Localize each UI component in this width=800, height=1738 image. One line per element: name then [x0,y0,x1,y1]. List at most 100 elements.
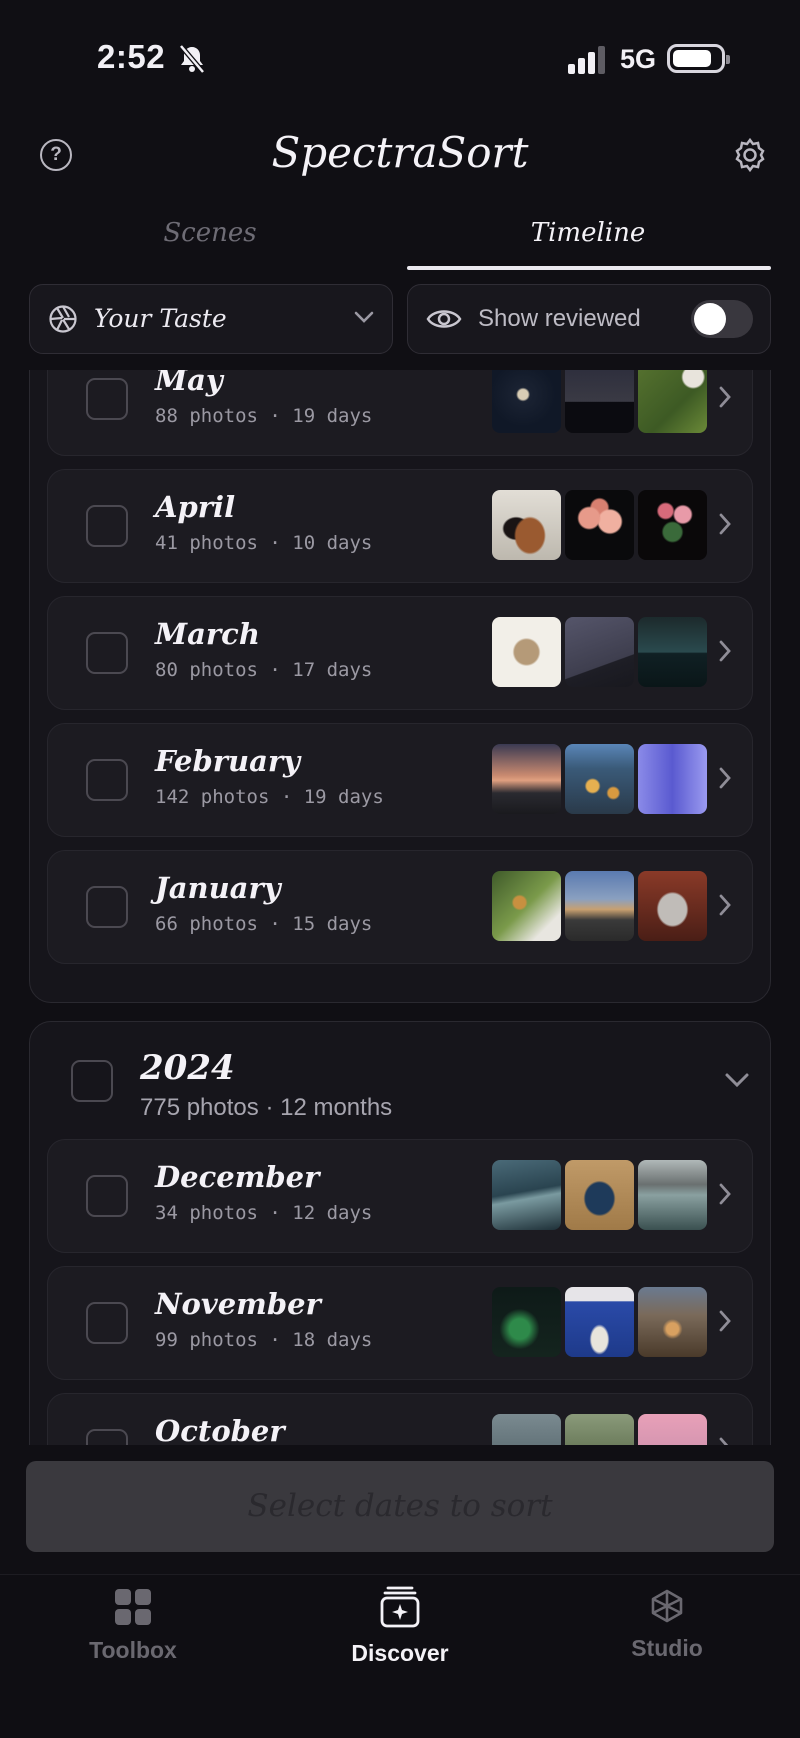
month-meta: 142 photos · 19 days [155,786,384,808]
photo-thumbnail [565,617,634,687]
chevron-right-icon [718,1182,732,1211]
photo-thumbnail [492,744,561,814]
gear-icon [735,137,765,173]
month-checkbox[interactable] [86,378,128,420]
thumbnail-strip [492,490,707,560]
tab-discover-label: Discover [351,1640,449,1666]
tab-timeline[interactable]: Timeline [406,218,770,248]
chevron-right-icon [718,1309,732,1338]
photo-thumbnail [492,1287,561,1357]
photo-thumbnail [638,744,707,814]
month-checkbox[interactable] [86,1429,128,1445]
battery-icon [667,44,730,73]
thumbnail-strip [492,370,707,433]
photo-thumbnail [638,1160,707,1230]
tab-scenes[interactable]: Scenes [28,218,392,248]
month-checkbox[interactable] [86,505,128,547]
month-checkbox[interactable] [86,886,128,928]
photo-thumbnail [565,1160,634,1230]
app-title: SpectraSort [271,128,529,177]
chevron-right-icon [718,893,732,922]
month-meta: 88 photos · 19 days [155,405,373,427]
thumbnail-strip [492,1160,707,1230]
month-meta: 99 photos · 18 days [155,1329,373,1351]
aperture-icon [48,304,78,339]
photo-thumbnail [492,1160,561,1230]
show-reviewed-filter: Show reviewed [407,284,771,354]
thumbnail-strip [492,744,707,814]
sparkle-photo-icon [379,1585,421,1634]
thumbnail-strip [492,1414,707,1445]
cube-icon [650,1589,684,1628]
status-time: 2:52 [97,38,166,75]
photo-thumbnail [638,1414,707,1445]
thumbnail-strip [492,617,707,687]
photo-thumbnail [565,1414,634,1445]
month-checkbox[interactable] [86,759,128,801]
cellular-signal-icon [568,46,610,79]
photo-thumbnail [638,1287,707,1357]
photo-thumbnail [638,370,707,433]
show-reviewed-toggle[interactable] [691,300,753,338]
chevron-right-icon [718,512,732,541]
thumbnail-strip [492,871,707,941]
active-tab-indicator [407,266,771,270]
network-type: 5G [620,44,657,74]
month-name: February [155,744,301,778]
month-row-november[interactable]: November 99 photos · 18 days [47,1266,753,1380]
month-name: October [155,1414,285,1445]
taste-dropdown[interactable]: Your Taste [29,284,393,354]
bell-muted-icon [178,44,206,79]
month-checkbox[interactable] [86,1175,128,1217]
month-meta: 34 photos · 12 days [155,1202,373,1224]
eye-icon [426,307,462,336]
month-row-april[interactable]: April 41 photos · 10 days [47,469,753,583]
chevron-down-icon [354,310,374,329]
photo-thumbnail [565,1287,634,1357]
chevron-down-icon[interactable] [724,1072,750,1093]
photo-thumbnail [492,370,561,433]
chevron-right-icon [718,1436,732,1445]
settings-button[interactable] [732,137,768,178]
month-row-march[interactable]: March 80 photos · 17 days [47,596,753,710]
taste-label: Your Taste [94,304,227,333]
photo-thumbnail [492,490,561,560]
month-row-february[interactable]: February 142 photos · 19 days [47,723,753,837]
photo-thumbnail [565,744,634,814]
month-name: April [155,490,236,524]
chevron-right-icon [718,766,732,795]
grid-icon [114,1588,152,1631]
month-meta: 80 photos · 17 days [155,659,373,681]
toggle-knob [694,303,726,335]
photo-thumbnail [492,617,561,687]
month-meta: 41 photos · 10 days [155,532,373,554]
month-checkbox[interactable] [86,632,128,674]
photo-thumbnail [638,617,707,687]
month-meta: 66 photos · 15 days [155,913,373,935]
photo-thumbnail [565,871,634,941]
chevron-right-icon [718,639,732,668]
tab-toolbox-label: Toolbox [89,1637,177,1663]
sort-dates-button[interactable]: Select dates to sort [26,1461,774,1552]
month-name: January [155,871,281,905]
photo-thumbnail [492,1414,561,1445]
year-checkbox[interactable] [71,1060,113,1102]
photo-thumbnail [565,490,634,560]
month-row-october[interactable]: October [47,1393,753,1445]
tab-studio-label: Studio [631,1635,703,1661]
month-row-january[interactable]: January 66 photos · 15 days [47,850,753,964]
month-checkbox[interactable] [86,1302,128,1344]
photo-thumbnail [492,871,561,941]
timeline-list[interactable]: May 88 photos · 19 days April 41 photos … [0,370,800,1445]
month-row-december[interactable]: December 34 photos · 12 days [47,1139,753,1253]
show-reviewed-label: Show reviewed [478,305,641,332]
month-row-may[interactable]: May 88 photos · 19 days [47,370,753,456]
month-name: March [155,617,260,651]
bottom-tab-bar: Toolbox Discover Studio [0,1574,800,1738]
photo-thumbnail [565,370,634,433]
chevron-right-icon [718,385,732,414]
photo-thumbnail [638,871,707,941]
photo-thumbnail [638,490,707,560]
year-meta: 775 photos · 12 months [140,1094,393,1121]
status-bar: 2:52 5G [0,0,800,110]
